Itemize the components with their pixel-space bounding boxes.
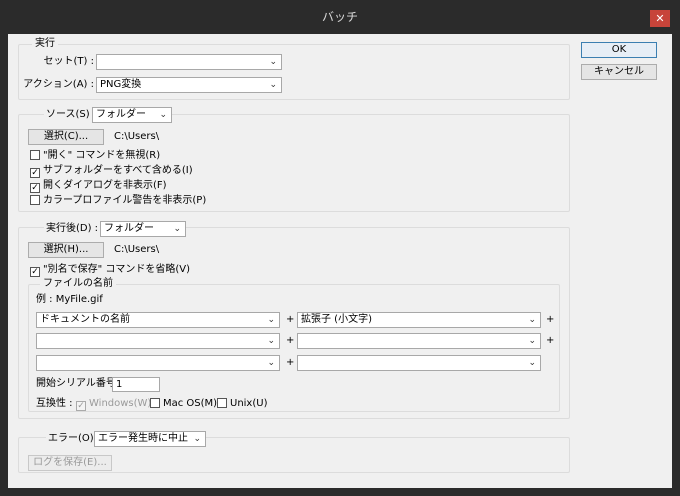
checkbox-include-subfolders[interactable]: ✓ サブフォルダーをすべて含める(I) <box>30 164 193 178</box>
checkmark-icon: ✓ <box>76 401 86 411</box>
checkbox-label: 開くダイアログを非表示(F) <box>43 180 167 191</box>
source-choose-button[interactable]: 選択(C)... <box>28 129 104 145</box>
checkbox-label: Unix(U) <box>230 398 268 409</box>
source-path: C:\Users\ <box>114 131 160 142</box>
checkbox-label: カラープロファイル警告を非表示(P) <box>43 195 207 206</box>
plus-separator: + <box>286 357 295 368</box>
checkbox-override-open[interactable]: "開く" コマンドを無視(R) <box>30 149 160 163</box>
source-dropdown[interactable]: フォルダー ⌄ <box>92 107 172 123</box>
close-icon: ✕ <box>655 12 665 25</box>
action-label: アクション(A) : <box>23 79 94 90</box>
action-dropdown[interactable]: PNG変換 ⌄ <box>96 77 282 93</box>
naming-right-dropdown-1[interactable]: 拡張子 (小文字) ⌄ <box>297 312 541 328</box>
checkbox-suppress-color-warnings[interactable]: カラープロファイル警告を非表示(P) <box>30 194 206 208</box>
serial-input[interactable]: 1 <box>112 377 160 392</box>
window-title: バッチ <box>321 10 358 24</box>
naming-left-dropdown-2[interactable]: ⌄ <box>36 333 280 349</box>
chevron-down-icon: ⌄ <box>267 358 275 368</box>
serial-label: 開始シリアル番号 : <box>36 378 123 389</box>
chevron-down-icon: ⌄ <box>528 336 536 346</box>
file-naming-legend: ファイルの名前 <box>40 278 116 290</box>
checkbox-override-save-as[interactable]: ✓ "別名で保存" コマンドを省略(V) <box>30 263 190 277</box>
plus-separator: + <box>286 314 295 325</box>
errors-dropdown-value: エラー発生時に中止 <box>98 433 188 444</box>
chevron-down-icon: ⌄ <box>269 57 277 67</box>
plus-separator: + <box>546 314 555 325</box>
cancel-button[interactable]: キャンセル <box>581 64 657 80</box>
chevron-down-icon: ⌄ <box>528 315 536 325</box>
errors-dropdown[interactable]: エラー発生時に中止 ⌄ <box>94 431 206 447</box>
naming-right-value-1: 拡張子 (小文字) <box>301 314 372 325</box>
chevron-down-icon: ⌄ <box>173 224 181 234</box>
batch-dialog: バッチ ✕ 実行 セット(T) : ⌄ アクション(A) : PNG変換 ⌄ O… <box>0 0 680 496</box>
execute-legend: 実行 <box>32 38 58 50</box>
checkbox-label: サブフォルダーをすべて含める(I) <box>43 165 193 176</box>
destination-path: C:\Users\ <box>114 244 160 255</box>
checkmark-icon[interactable]: ✓ <box>30 168 40 178</box>
chevron-down-icon: ⌄ <box>267 315 275 325</box>
checkmark-icon[interactable]: ✓ <box>30 183 40 193</box>
ok-button[interactable]: OK <box>581 42 657 58</box>
chevron-down-icon: ⌄ <box>193 434 201 444</box>
checkbox-compat-windows: ✓ Windows(W) <box>76 397 151 411</box>
naming-left-value-1: ドキュメントの名前 <box>40 314 130 325</box>
close-button[interactable]: ✕ <box>650 10 670 27</box>
set-dropdown[interactable]: ⌄ <box>96 54 282 70</box>
naming-right-dropdown-2[interactable]: ⌄ <box>297 333 541 349</box>
title-bar[interactable]: バッチ ✕ <box>0 0 680 34</box>
naming-right-dropdown-3[interactable]: ⌄ <box>297 355 541 371</box>
file-naming-example: 例 : MyFile.gif <box>36 294 103 305</box>
naming-left-dropdown-1[interactable]: ドキュメントの名前 ⌄ <box>36 312 280 328</box>
chevron-down-icon: ⌄ <box>528 358 536 368</box>
destination-dropdown[interactable]: フォルダー ⌄ <box>100 221 186 237</box>
checkmark-icon[interactable]: ✓ <box>30 267 40 277</box>
checkbox-box[interactable] <box>217 398 227 408</box>
checkbox-suppress-open-dialogs[interactable]: ✓ 開くダイアログを非表示(F) <box>30 179 167 193</box>
plus-separator: + <box>546 335 555 346</box>
plus-separator: + <box>286 335 295 346</box>
destination-choose-button[interactable]: 選択(H)... <box>28 242 104 258</box>
source-label: ソース(S) : <box>44 107 99 123</box>
dialog-body: 実行 セット(T) : ⌄ アクション(A) : PNG変換 ⌄ OK キャンセ… <box>8 34 672 488</box>
checkbox-label: "開く" コマンドを無視(R) <box>43 150 161 161</box>
checkbox-compat-macos[interactable]: Mac OS(M) <box>150 397 217 411</box>
naming-left-dropdown-3[interactable]: ⌄ <box>36 355 280 371</box>
compat-label: 互換性 : <box>36 398 73 409</box>
chevron-down-icon: ⌄ <box>267 336 275 346</box>
checkbox-box[interactable] <box>150 398 160 408</box>
checkbox-label: Mac OS(M) <box>163 398 218 409</box>
checkbox-label: "別名で保存" コマンドを省略(V) <box>43 264 191 275</box>
chevron-down-icon: ⌄ <box>269 80 277 90</box>
checkbox-box[interactable] <box>30 150 40 160</box>
checkbox-compat-unix[interactable]: Unix(U) <box>217 397 267 411</box>
set-label: セット(T) : <box>43 56 94 67</box>
destination-dropdown-value: フォルダー <box>104 223 154 234</box>
checkbox-label: Windows(W) <box>89 398 152 409</box>
chevron-down-icon: ⌄ <box>159 110 167 120</box>
action-dropdown-value: PNG変換 <box>100 79 142 90</box>
checkbox-box[interactable] <box>30 195 40 205</box>
source-dropdown-value: フォルダー <box>96 109 146 120</box>
save-log-button: ログを保存(E)... <box>28 455 112 471</box>
destination-label: 実行後(D) : <box>44 221 101 237</box>
